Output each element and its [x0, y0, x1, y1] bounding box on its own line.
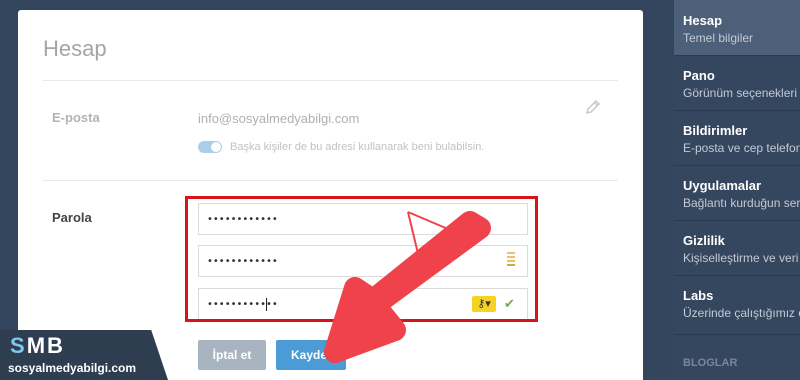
password-label: Parola	[52, 210, 92, 225]
sidebar-item-subtitle: Temel bilgiler	[683, 31, 754, 45]
sidebar-item-subtitle: E-posta ve cep telefonu	[683, 141, 800, 155]
watermark-site: sosyalmedyabilgi.com	[8, 361, 137, 375]
findable-label: Başka kişiler de bu adresi kullanarak be…	[230, 141, 485, 153]
sidebar-item-title: Pano	[683, 68, 715, 83]
sidebar-item-title: Hesap	[683, 13, 723, 28]
sidebar-item-subtitle: Görünüm seçenekleri	[683, 86, 798, 100]
sidebar-item-notifications[interactable]: Bildirimler E-posta ve cep telefonu	[674, 110, 800, 165]
sidebar-section-heading: BLOGLAR	[683, 357, 738, 369]
findable-toggle[interactable]	[198, 141, 222, 153]
toggle-knob	[211, 142, 221, 152]
save-button[interactable]: Kaydet	[276, 340, 346, 370]
sidebar-item-subtitle: Kişiselleştirme ve veri	[683, 251, 799, 265]
sidebar-item-account[interactable]: Hesap Temel bilgiler	[674, 0, 800, 55]
email-label: E-posta	[52, 110, 100, 125]
account-card: Hesap E-posta info@sosyalmedyabilgi.com …	[18, 10, 643, 380]
sidebar-item-apps[interactable]: Uygulamalar Bağlantı kurduğun servisler	[674, 165, 800, 220]
site-watermark: SMB sosyalmedyabilgi.com	[0, 330, 168, 380]
divider	[43, 80, 618, 81]
sidebar-item-labs[interactable]: Labs Üzerinde çalıştığımız özellikler	[674, 275, 800, 330]
sidebar-item-title: Labs	[683, 288, 714, 303]
sidebar-item-subtitle: Üzerinde çalıştığımız özellikler	[683, 306, 800, 320]
sidebar-item-title: Bildirimler	[683, 123, 748, 138]
sidebar-item-subtitle: Bağlantı kurduğun servisler	[683, 196, 800, 210]
pencil-icon[interactable]	[584, 98, 602, 116]
sidebar-item-title: Uygulamalar	[683, 178, 762, 193]
cancel-button[interactable]: İptal et	[198, 340, 266, 370]
settings-sidebar: Hesap Temel bilgiler Pano Görünüm seçene…	[674, 0, 800, 380]
sidebar-item-privacy[interactable]: Gizlilik Kişiselleştirme ve veri	[674, 220, 800, 275]
divider	[43, 180, 618, 181]
password-highlight-box	[185, 196, 538, 322]
email-value: info@sosyalmedyabilgi.com	[198, 111, 360, 126]
smb-logo: SMB	[10, 333, 65, 358]
sidebar-item-title: Gizlilik	[683, 233, 725, 248]
page-title: Hesap	[43, 36, 107, 61]
sidebar-item-dashboard[interactable]: Pano Görünüm seçenekleri	[674, 55, 800, 110]
